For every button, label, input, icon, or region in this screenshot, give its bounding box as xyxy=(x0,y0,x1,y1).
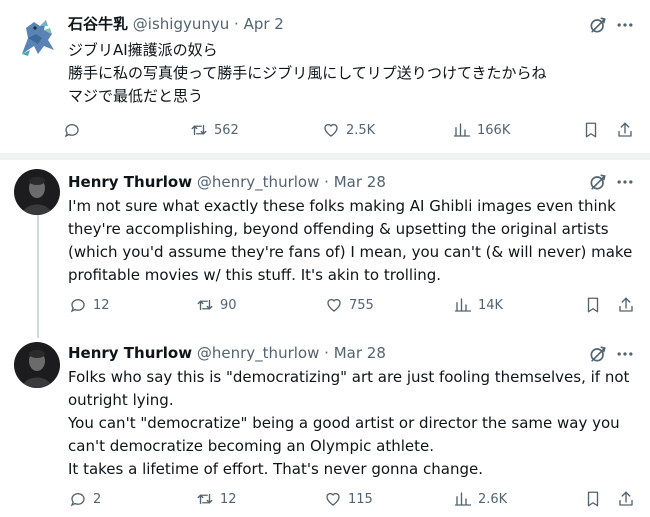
tweet-text-line: Folks who say this is "democratizing" ar… xyxy=(68,368,630,386)
separator-dot: · xyxy=(324,173,329,191)
tweet-header: Henry Thurlow @henry_thurlow · Mar 28 xyxy=(68,172,386,192)
avatar-henry-thurlow[interactable] xyxy=(14,342,60,388)
reply-icon xyxy=(64,124,79,138)
tweet-text-line: 勝手に私の写真使って勝手にジブリ風にしてリプ送りつけてきたからね xyxy=(68,64,547,82)
like-button[interactable]: 755 xyxy=(325,294,374,316)
reply-icon xyxy=(70,493,85,507)
author-handle[interactable]: @henry_thurlow xyxy=(197,173,319,191)
action-bar: 2 12 115 2.6K xyxy=(0,488,650,510)
reply-count: 2 xyxy=(93,491,102,507)
grok-icon[interactable] xyxy=(588,172,608,192)
tweet-date[interactable]: Mar 28 xyxy=(334,344,386,362)
author-handle[interactable]: @ishigyunyu xyxy=(133,15,229,33)
action-bar: 562 2.5K 166K xyxy=(0,119,650,141)
like-count: 2.5K xyxy=(346,122,376,138)
tweet-header: Henry Thurlow @henry_thurlow · Mar 28 xyxy=(68,343,386,363)
analytics-icon xyxy=(453,123,471,137)
analytics-icon xyxy=(454,492,472,506)
views-button[interactable]: 166K xyxy=(453,119,510,141)
retweet-icon xyxy=(197,299,213,311)
retweet-icon xyxy=(197,493,213,505)
author-name[interactable]: Henry Thurlow xyxy=(68,173,192,191)
share-icon[interactable] xyxy=(617,296,635,314)
views-button[interactable]: 2.6K xyxy=(454,488,507,510)
more-options-icon[interactable] xyxy=(614,15,636,35)
bookmark-icon[interactable] xyxy=(582,121,600,139)
heart-icon xyxy=(326,492,340,506)
tweet-text-line: profitable movies w/ this stuff. It's ak… xyxy=(68,266,442,284)
tweet-date[interactable]: Mar 28 xyxy=(334,173,386,191)
tweet-text-line: I'm not sure what exactly these folks ma… xyxy=(68,197,616,215)
tweet-3[interactable]: Henry Thurlow @henry_thurlow · Mar 28 Fo… xyxy=(0,332,650,517)
reply-count: 12 xyxy=(93,297,110,313)
tweet-text-line: ジブリAI擁護派の奴ら xyxy=(68,41,218,59)
retweet-count: 12 xyxy=(220,491,237,507)
like-button[interactable]: 2.5K xyxy=(322,119,375,141)
retweet-button[interactable]: 12 xyxy=(196,488,237,510)
heart-icon xyxy=(327,298,341,312)
like-count: 115 xyxy=(348,491,373,507)
tweet-text-line: outright lying. xyxy=(68,391,174,409)
separator-dot: · xyxy=(324,344,329,362)
analytics-icon xyxy=(454,298,472,312)
avatar-henry-thurlow[interactable] xyxy=(14,169,60,215)
tweet-text: ジブリAI擁護派の奴ら 勝手に私の写真使って勝手にジブリ風にしてリプ送りつけてき… xyxy=(68,39,640,108)
tweet-header: 石谷牛乳 @ishigyunyu · Apr 2 xyxy=(68,14,284,34)
more-options-icon[interactable] xyxy=(614,172,636,192)
author-handle[interactable]: @henry_thurlow xyxy=(197,344,319,362)
tweet-text-line: can't democratize becoming an Olympic at… xyxy=(68,437,435,455)
grok-icon[interactable] xyxy=(588,344,608,364)
tweet-text: I'm not sure what exactly these folks ma… xyxy=(68,195,640,287)
reply-icon xyxy=(70,299,85,313)
share-icon[interactable] xyxy=(617,490,635,508)
tweet-text-line: they're accomplishing, beyond offending … xyxy=(68,220,609,238)
like-button[interactable]: 115 xyxy=(324,488,373,510)
view-count: 166K xyxy=(477,122,511,138)
tweet-1[interactable]: 石谷牛乳 @ishigyunyu · Apr 2 ジブリAI擁護派の奴ら 勝手に… xyxy=(0,0,650,153)
view-count: 2.6K xyxy=(478,491,508,507)
bookmark-icon[interactable] xyxy=(584,490,602,508)
views-button[interactable]: 14K xyxy=(454,294,503,316)
tweet-text: Folks who say this is "democratizing" ar… xyxy=(68,366,640,481)
retweet-count: 90 xyxy=(220,297,237,313)
retweet-count: 562 xyxy=(214,122,239,138)
tweet-text-line: マジで最低だと思う xyxy=(68,87,204,105)
retweet-icon xyxy=(191,124,207,136)
action-bar: 12 90 755 14K xyxy=(0,294,650,316)
retweet-button[interactable]: 90 xyxy=(196,294,237,316)
author-name[interactable]: Henry Thurlow xyxy=(68,344,192,362)
tweet-text-line: It takes a lifetime of effort. That's ne… xyxy=(68,460,483,478)
like-count: 755 xyxy=(349,297,374,313)
tweet-divider xyxy=(0,153,650,160)
retweet-button[interactable]: 562 xyxy=(190,119,239,141)
reply-button[interactable] xyxy=(63,119,87,141)
profile-photo-icon xyxy=(14,169,60,215)
share-icon[interactable] xyxy=(616,121,634,139)
tweet-date[interactable]: Apr 2 xyxy=(244,15,284,33)
tweet-text-line: (which you'd assume they're fans of) I m… xyxy=(68,243,633,261)
heart-icon xyxy=(324,123,338,137)
more-options-icon[interactable] xyxy=(614,344,636,364)
grok-icon[interactable] xyxy=(588,15,608,35)
author-name[interactable]: 石谷牛乳 xyxy=(68,15,128,33)
profile-photo-icon xyxy=(14,342,60,388)
avatar-ishigyunyu[interactable] xyxy=(14,14,60,60)
view-count: 14K xyxy=(478,297,504,313)
separator-dot: · xyxy=(234,15,239,33)
reply-button[interactable]: 2 xyxy=(69,488,101,510)
bookmark-icon[interactable] xyxy=(584,296,602,314)
tweet-2[interactable]: Henry Thurlow @henry_thurlow · Mar 28 I'… xyxy=(0,160,650,332)
dragon-figure-icon xyxy=(14,14,60,60)
reply-button[interactable]: 12 xyxy=(69,294,110,316)
tweet-text-line: You can't "democratize" being a good art… xyxy=(68,414,620,432)
